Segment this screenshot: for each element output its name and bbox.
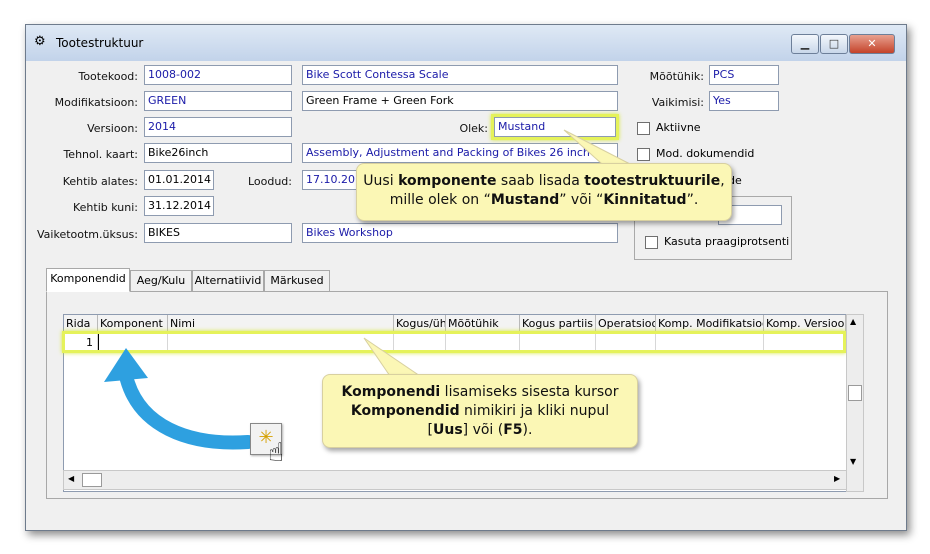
vaikimisi-label: Vaikimisi: [651, 96, 704, 109]
scroll-left-icon[interactable]: ◀ [68, 474, 74, 483]
maximize-button[interactable]: □ [820, 34, 848, 54]
mootuhik-label: Mõõtühik: [649, 70, 704, 83]
versioon-field[interactable]: 2014 [144, 117, 292, 137]
tab-komponendid[interactable]: Komponendid [46, 268, 130, 292]
mootuhik-field[interactable]: PCS [709, 65, 779, 85]
callout-top-text-1: Uusi [363, 173, 399, 189]
callout-top-text-3: , [720, 173, 725, 189]
tehnol-kaart-field[interactable]: Bike26inch [144, 143, 292, 163]
callout-bottom-text-5: ). [522, 422, 533, 438]
callout-top-text-2: saab lisada [496, 173, 585, 189]
olek-label: Olek: [459, 122, 488, 135]
bottom-callout: Komponendi lisamiseks sisesta kursor Kom… [322, 374, 638, 448]
callout-top-text-6: ”. [686, 192, 699, 208]
kehtib-kuni-label: Kehtib kuni: [73, 201, 138, 214]
kehtib-kuni-field[interactable]: 31.12.2014 [144, 196, 214, 216]
vaiketootm-field[interactable]: BIKES [144, 223, 292, 243]
top-callout: Uusi komponente saab lisada tootestruktu… [356, 163, 732, 221]
callout-top-bold-kinnitatud: Kinnitatud [603, 192, 687, 208]
app-gear-icon: ⚙ [34, 34, 46, 49]
callout-top-bold-mustand: Mustand [490, 192, 560, 208]
title-bar[interactable]: ⚙ Tootestruktuur ▁ □ ✕ [26, 25, 906, 61]
versioon-label: Versioon: [87, 122, 138, 135]
vaiketootm-description: Bikes Workshop [302, 223, 618, 243]
callout-bottom-bold-komponendi: Komponendi [341, 384, 441, 400]
callout-bottom-bold-uus: Uus [432, 422, 463, 438]
vertical-scrollbar[interactable]: ▲ ▼ [846, 314, 864, 492]
horizontal-scroll-thumb[interactable] [82, 473, 102, 487]
tehnol-kaart-label: Tehnol. kaart: [63, 148, 138, 161]
tab-aeg-kulu[interactable]: Aeg/Kulu [130, 270, 192, 292]
vaikimisi-field[interactable]: Yes [709, 91, 779, 111]
callout-top-text-4: mille olek on “ [389, 192, 491, 208]
callout-bottom-text-1: lisamiseks sisesta kursor [440, 384, 619, 400]
modifikatsioon-label: Modifikatsioon: [54, 96, 138, 109]
callout-top-bold-tootestruktuurile: tootestruktuurile [584, 173, 721, 189]
tab-markused[interactable]: Märkused [264, 270, 330, 292]
callout-bottom-bold-f5: F5 [503, 422, 523, 438]
hand-cursor-icon: ☝ [268, 438, 284, 468]
tootekood-label: Tootekood: [78, 70, 138, 83]
horizontal-scrollbar[interactable]: ◀ ▶ [63, 470, 847, 490]
curved-arrow-icon [104, 348, 255, 450]
kasuta-label: Kasuta praagiprotsenti [664, 235, 790, 248]
loodud-label: Loodud: [247, 175, 292, 188]
callout-top-bold-komponente: komponente [398, 173, 497, 189]
window-title: Tootestruktuur [56, 36, 144, 50]
callout-bottom-text-2: nimikiri ja kliki nupul [459, 403, 610, 419]
mod-dokumendid-label: Mod. dokumendid [656, 147, 755, 160]
modifikatsioon-field[interactable]: GREEN [144, 91, 292, 111]
callout-bottom-bold-komponendid: Komponendid [350, 403, 460, 419]
scroll-right-icon[interactable]: ▶ [834, 474, 840, 483]
callout-bottom-text-4: ] või ( [462, 422, 504, 438]
kehtib-alates-field[interactable]: 01.01.2014 [144, 170, 214, 190]
scroll-down-icon[interactable]: ▼ [850, 457, 856, 466]
kasuta-checkbox[interactable] [645, 236, 658, 249]
kehtib-alates-label: Kehtib alates: [62, 175, 138, 188]
modifikatsioon-description: Green Frame + Green Fork [302, 91, 618, 111]
close-button[interactable]: ✕ [849, 34, 895, 54]
vertical-scroll-thumb[interactable] [848, 385, 862, 401]
callout-top-text-5: ” või “ [559, 192, 604, 208]
minimize-button[interactable]: ▁ [791, 34, 819, 54]
scroll-up-icon[interactable]: ▲ [850, 317, 856, 326]
vaiketootm-label: Vaiketootm.üksus: [37, 228, 138, 241]
aktiivne-label: Aktiivne [656, 121, 701, 134]
tootekood-field[interactable]: 1008-002 [144, 65, 292, 85]
tootekood-description: Bike Scott Contessa Scale [302, 65, 618, 85]
tab-alternatiivid[interactable]: Alternatiivid [192, 270, 264, 292]
